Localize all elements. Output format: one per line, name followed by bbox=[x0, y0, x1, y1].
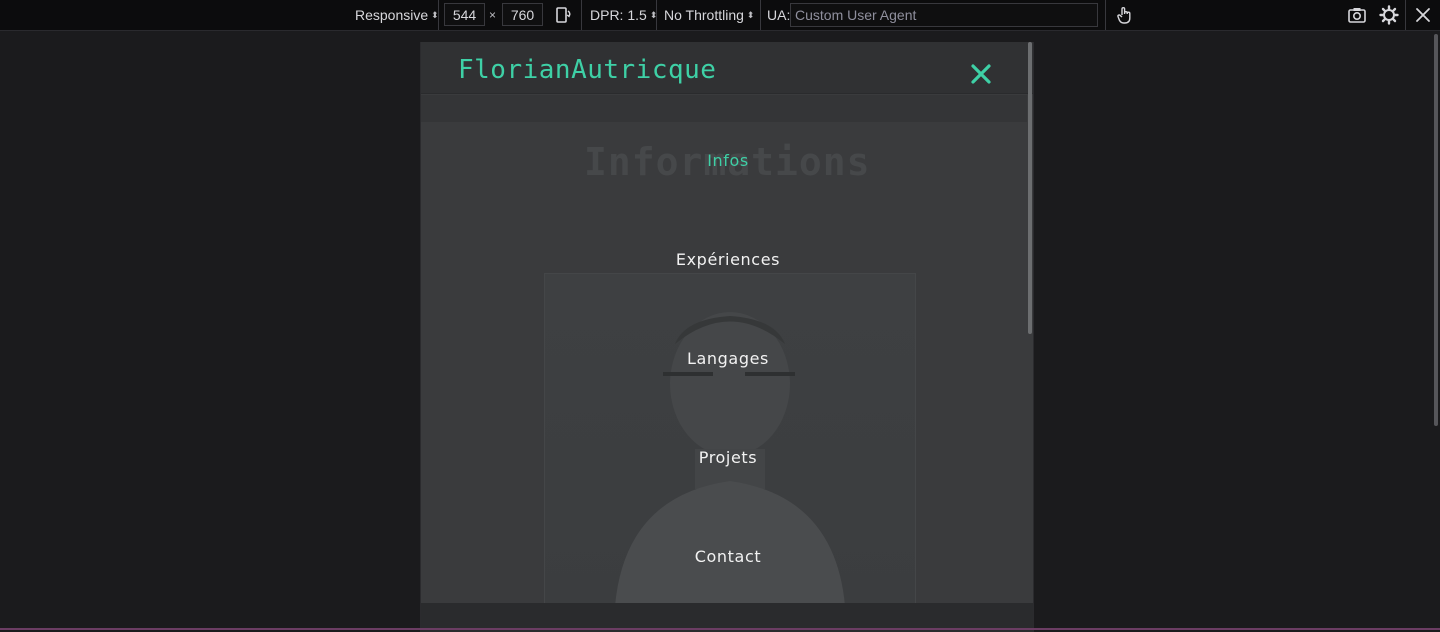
device-viewport: FlorianAutricque Informations Infos Expé… bbox=[420, 42, 1034, 632]
menu-item-experiences[interactable]: Expériences bbox=[421, 250, 1033, 269]
divider bbox=[1405, 0, 1406, 30]
screenshot-icon[interactable] bbox=[1345, 3, 1369, 27]
divider bbox=[581, 0, 582, 30]
rotate-icon[interactable] bbox=[551, 3, 575, 27]
menu-item-contact[interactable]: Contact bbox=[421, 547, 1033, 566]
divider bbox=[656, 0, 657, 30]
site-header: FlorianAutricque bbox=[421, 42, 1033, 94]
dpr-select-label: DPR: 1.5 bbox=[590, 7, 647, 23]
viewport-scrollbar[interactable] bbox=[1028, 42, 1032, 334]
device-select[interactable]: Responsive ⬍ bbox=[355, 0, 439, 30]
close-icon[interactable] bbox=[1411, 3, 1435, 27]
times-sign: × bbox=[489, 8, 497, 22]
device-select-label: Responsive bbox=[355, 7, 429, 23]
menu-close-icon[interactable] bbox=[969, 62, 993, 86]
page-scrollbar[interactable] bbox=[1434, 34, 1438, 426]
menu-item-infos[interactable]: Infos bbox=[421, 151, 1033, 170]
header-shadow-strip bbox=[421, 95, 1027, 122]
site-brand[interactable]: FlorianAutricque bbox=[458, 55, 716, 85]
menu-item-langages[interactable]: Langages bbox=[421, 349, 1033, 368]
viewport-height-input[interactable]: 760 bbox=[502, 3, 543, 26]
updown-arrows-icon: ⬍ bbox=[746, 9, 755, 20]
divider bbox=[438, 0, 439, 30]
user-agent-input[interactable] bbox=[790, 3, 1098, 27]
divider bbox=[760, 0, 761, 30]
throttling-select-label: No Throttling bbox=[664, 7, 744, 23]
viewport-width-input[interactable]: 544 bbox=[444, 3, 485, 26]
responsive-toolbar: Responsive ⬍ 544 × 760 DPR: 1.5 ⬍ No Thr… bbox=[0, 0, 1440, 31]
settings-icon[interactable] bbox=[1377, 3, 1401, 27]
touch-icon[interactable] bbox=[1113, 3, 1137, 27]
throttling-select[interactable]: No Throttling ⬍ bbox=[664, 0, 754, 30]
menu-item-projets[interactable]: Projets bbox=[421, 448, 1033, 467]
dpr-select[interactable]: DPR: 1.5 ⬍ bbox=[590, 0, 657, 30]
ua-label: UA: bbox=[767, 7, 791, 23]
bottom-border bbox=[0, 628, 1440, 630]
divider bbox=[1105, 0, 1106, 30]
